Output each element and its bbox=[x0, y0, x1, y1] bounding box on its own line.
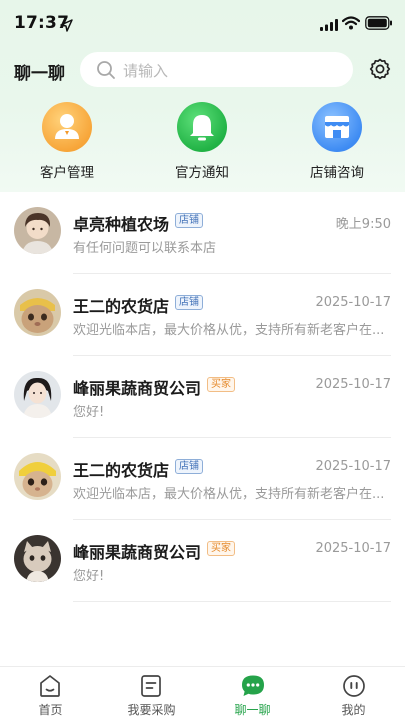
chat-time: 2025-10-17 bbox=[315, 377, 391, 392]
nav-label: 我的 bbox=[341, 703, 366, 717]
avatar bbox=[14, 207, 61, 254]
header-area: 17:37 聊一聊 请输入 客户管理 官方通知 店铺咨询 bbox=[0, 0, 405, 192]
search-placeholder: 请输入 bbox=[123, 62, 169, 80]
chat-time: 2025-10-17 bbox=[315, 295, 391, 310]
shortcut-label: 官方通知 bbox=[175, 165, 229, 181]
status-bar: 17:37 bbox=[0, 0, 405, 46]
divider bbox=[73, 601, 391, 602]
nav-item-chat[interactable]: 聊一聊 bbox=[202, 667, 303, 720]
bottom-nav: 首页 我要采购 聊一聊 我的 bbox=[0, 666, 405, 720]
avatar bbox=[14, 371, 61, 418]
page-title: 聊一聊 bbox=[14, 64, 65, 84]
purchase-icon bbox=[141, 675, 161, 697]
profile-icon bbox=[343, 675, 365, 697]
shop-tag-badge: 店铺 bbox=[175, 213, 203, 228]
shortcut-label: 店铺咨询 bbox=[310, 165, 364, 181]
chat-item[interactable]: 王二的农货店 店铺 2025-10-17 欢迎光临本店，最大价格从优，支持所有新… bbox=[0, 438, 405, 520]
shortcut-customer-management[interactable]: 客户管理 bbox=[17, 102, 117, 181]
avatar bbox=[14, 289, 61, 336]
bell-icon bbox=[177, 102, 227, 152]
avatar bbox=[14, 535, 61, 582]
chat-time: 晚上9:50 bbox=[335, 217, 391, 232]
shortcut-official-notice[interactable]: 官方通知 bbox=[152, 102, 252, 181]
shortcut-shop-consult[interactable]: 店铺咨询 bbox=[287, 102, 387, 181]
chat-message-preview: 有任何问题可以联系本店 bbox=[73, 241, 217, 256]
signal-icon bbox=[320, 16, 338, 35]
home-icon bbox=[40, 675, 60, 697]
chat-time: 2025-10-17 bbox=[315, 459, 391, 474]
buyer-tag-badge: 买家 bbox=[207, 541, 235, 556]
buyer-tag-badge: 买家 bbox=[207, 377, 235, 392]
nav-label: 首页 bbox=[38, 703, 63, 717]
gear-icon[interactable] bbox=[368, 57, 392, 85]
chat-name: 王二的农货店 bbox=[73, 461, 170, 480]
chat-message-preview: 您好! bbox=[73, 569, 105, 584]
shortcut-label: 客户管理 bbox=[40, 165, 94, 181]
nav-item-home[interactable]: 首页 bbox=[0, 667, 101, 720]
nav-item-profile[interactable]: 我的 bbox=[303, 667, 404, 720]
chat-name: 峰丽果蔬商贸公司 bbox=[73, 543, 202, 562]
battery-icon bbox=[365, 15, 393, 34]
shop-tag-badge: 店铺 bbox=[175, 295, 203, 310]
chat-item[interactable]: 卓亮种植农场 店铺 晚上9:50 有任何问题可以联系本店 bbox=[0, 192, 405, 274]
chat-message-preview: 您好! bbox=[73, 405, 105, 420]
chat-message-preview: 欢迎光临本店，最大价格从优，支持所有新老客户在... bbox=[73, 323, 385, 338]
nav-item-purchase[interactable]: 我要采购 bbox=[101, 667, 202, 720]
nav-label: 我要采购 bbox=[127, 703, 176, 717]
wifi-icon bbox=[341, 15, 361, 34]
search-input[interactable]: 请输入 bbox=[80, 52, 353, 87]
chat-item[interactable]: 峰丽果蔬商贸公司 买家 2025-10-17 您好! bbox=[0, 356, 405, 438]
customer-icon bbox=[42, 102, 92, 152]
chat-time: 2025-10-17 bbox=[315, 541, 391, 556]
chat-name: 卓亮种植农场 bbox=[73, 215, 170, 234]
chat-name: 峰丽果蔬商贸公司 bbox=[73, 379, 202, 398]
avatar bbox=[14, 453, 61, 500]
location-arrow-icon bbox=[60, 17, 73, 36]
chat-icon bbox=[242, 675, 264, 696]
chat-item[interactable]: 王二的农货店 店铺 2025-10-17 欢迎光临本店，最大价格从优，支持所有新… bbox=[0, 274, 405, 356]
shop-tag-badge: 店铺 bbox=[175, 459, 203, 474]
chat-item[interactable]: 峰丽果蔬商贸公司 买家 2025-10-17 您好! bbox=[0, 520, 405, 602]
shop-icon bbox=[312, 102, 362, 152]
chat-message-preview: 欢迎光临本店，最大价格从优，支持所有新老客户在... bbox=[73, 487, 385, 502]
nav-label: 聊一聊 bbox=[234, 703, 271, 717]
search-icon bbox=[96, 60, 116, 84]
chat-name: 王二的农货店 bbox=[73, 297, 170, 316]
